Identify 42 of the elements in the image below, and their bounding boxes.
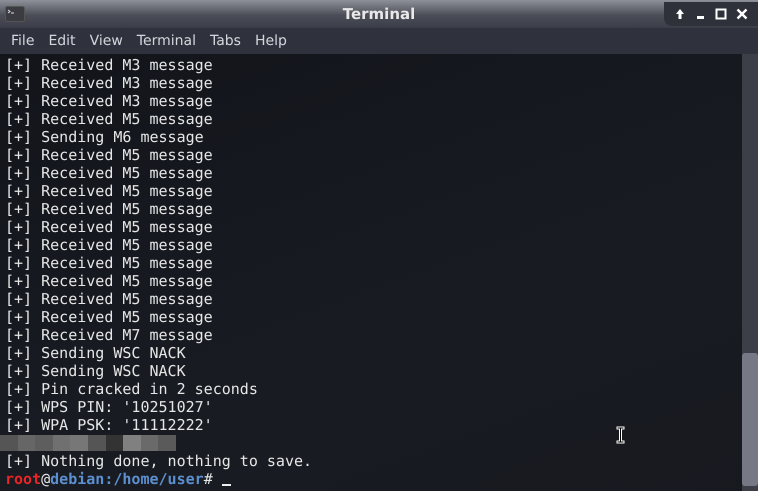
scrollbar-thumb[interactable]: [742, 353, 758, 486]
menu-item[interactable]: Tabs: [202, 33, 248, 49]
scrollbar[interactable]: [742, 54, 758, 491]
terminal-icon: [5, 6, 25, 22]
output-line: [+] WPS PIN: '10251027': [5, 398, 214, 416]
output-line: [+] Received M3 message: [5, 56, 214, 74]
prompt-symbol: #: [204, 470, 213, 488]
output-line: [+] Received M5 message: [5, 254, 214, 272]
output-line: [+] Received M5 message: [5, 290, 214, 308]
maximize-icon[interactable]: [715, 8, 728, 20]
output-line: [+] Received M5 message: [5, 110, 214, 128]
output-line: [+] Received M5 message: [5, 146, 214, 164]
output-line: [+] WPA PSK: '11112222': [5, 416, 214, 434]
menu-item[interactable]: Terminal: [130, 33, 203, 49]
output-line: [+] Pin cracked in 2 seconds: [5, 380, 259, 398]
output-line: [+] Received M5 message: [5, 164, 214, 182]
output-line: [+] Received M5 message: [5, 218, 214, 236]
output-line: [+] Sending M6 message: [5, 128, 205, 146]
output-line: [+] Received M5 message: [5, 200, 214, 218]
output-line: [+] Sending WSC NACK: [5, 362, 187, 380]
menu-item[interactable]: View: [82, 33, 130, 49]
text-cursor: [222, 484, 231, 486]
output-line: [+] Received M5 message: [5, 272, 214, 290]
menu-item[interactable]: Edit: [41, 33, 83, 49]
output-line: [+] Sending WSC NACK: [5, 344, 187, 362]
output-line: [+] Received M7 message: [5, 326, 214, 344]
menu-item[interactable]: File: [4, 33, 42, 49]
prompt-path: :/home/user: [104, 470, 204, 488]
output-line: [+] Received M3 message: [5, 92, 214, 110]
output-line: [+] Received M5 message: [5, 236, 214, 254]
window-title: Terminal: [342, 5, 416, 23]
prompt-host: debian: [50, 470, 104, 488]
close-icon[interactable]: [736, 8, 748, 20]
prompt-at: @: [41, 470, 50, 488]
ibeam-cursor-icon: [616, 426, 625, 444]
output-line: [+] Nothing done, nothing to save.: [5, 452, 314, 470]
menu-item[interactable]: Help: [248, 33, 294, 49]
output-line: [+] Received M5 message: [5, 182, 214, 200]
arrow-up-icon[interactable]: [674, 8, 686, 20]
output-line: [+] Received M5 message: [5, 308, 214, 326]
prompt-user: root: [5, 470, 42, 488]
output-line: [+] Received M3 message: [5, 74, 214, 92]
